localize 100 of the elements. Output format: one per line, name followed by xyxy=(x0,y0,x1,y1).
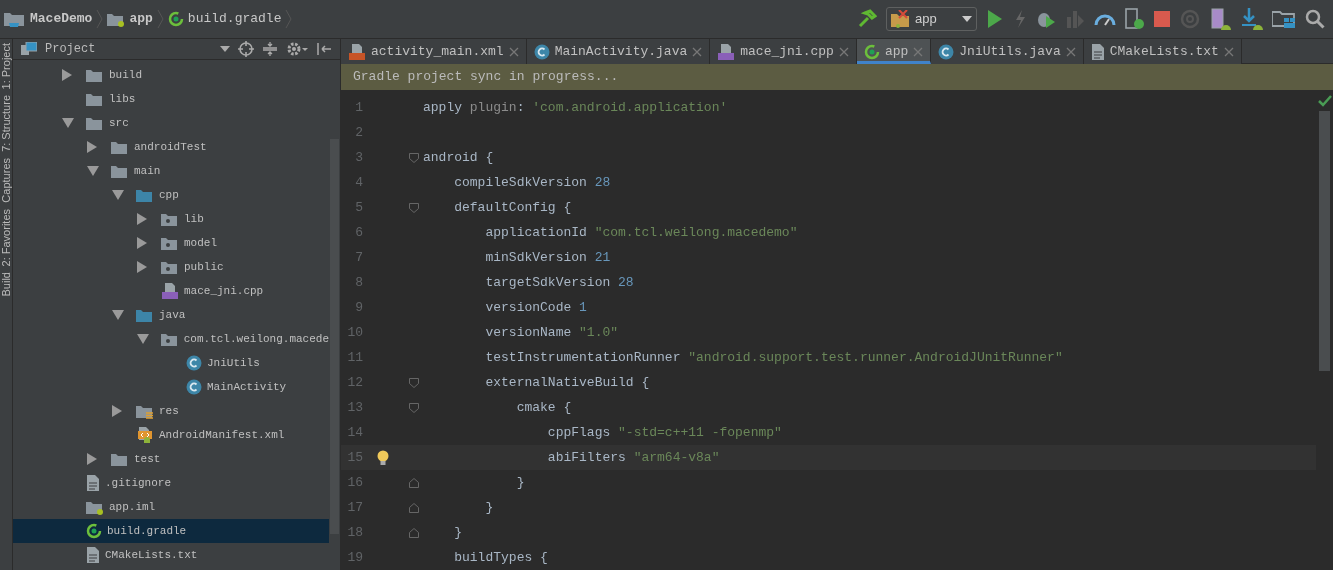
fold-end-icon[interactable] xyxy=(409,502,419,513)
close-icon[interactable] xyxy=(508,46,519,57)
chevron-icon xyxy=(96,9,104,29)
settings-icon[interactable] xyxy=(286,41,308,57)
fold-icon[interactable] xyxy=(409,377,419,388)
run-icon[interactable] xyxy=(986,9,1004,29)
tool-window-button[interactable]: 7: Structure xyxy=(0,95,12,153)
tree-item[interactable]: MainActivity xyxy=(13,375,329,399)
fold-end-icon[interactable] xyxy=(409,477,419,488)
tree-item[interactable]: mace_jni.cpp xyxy=(13,279,329,303)
hammer-icon[interactable] xyxy=(857,9,877,29)
expanded-arrow-icon[interactable] xyxy=(87,166,99,176)
editor-tab[interactable]: app xyxy=(856,39,932,64)
editor-tab[interactable]: mace_jni.cpp xyxy=(710,39,857,64)
code-line: versionName "1.0" xyxy=(485,323,619,342)
search-icon[interactable] xyxy=(1305,9,1325,29)
folder-icon xyxy=(4,10,26,28)
close-icon[interactable] xyxy=(838,46,849,57)
collapsed-arrow-icon[interactable] xyxy=(137,213,147,225)
close-icon[interactable] xyxy=(1223,46,1234,57)
fold-icon[interactable] xyxy=(409,402,419,413)
tree-item[interactable]: res xyxy=(13,399,329,423)
collapse-all-icon[interactable] xyxy=(262,41,278,57)
tree-item[interactable]: java xyxy=(13,303,329,327)
code-line: } xyxy=(454,523,463,542)
line-number: 12 xyxy=(346,373,363,392)
tree-item[interactable]: build xyxy=(13,63,329,87)
folder-icon xyxy=(111,163,129,179)
project-structure-icon[interactable] xyxy=(1272,9,1296,29)
package-icon xyxy=(161,211,179,227)
folder-icon xyxy=(136,307,154,323)
tree-item[interactable]: build.gradle xyxy=(13,519,329,543)
code-line: buildTypes { xyxy=(454,548,548,567)
tree-item[interactable]: test xyxy=(13,447,329,471)
expanded-arrow-icon[interactable] xyxy=(62,118,74,128)
line-number: 17 xyxy=(346,498,363,517)
tree-item[interactable]: public xyxy=(13,255,329,279)
hide-panel-icon[interactable] xyxy=(316,41,332,57)
editor-tab[interactable]: MainActivity.java xyxy=(526,39,711,64)
tool-window-button[interactable]: 1: Project xyxy=(0,43,12,90)
tree-item[interactable]: main xyxy=(13,159,329,183)
close-icon[interactable] xyxy=(1065,46,1076,57)
gradle-icon xyxy=(863,43,880,60)
editor-tab[interactable]: activity_main.xml xyxy=(341,39,527,64)
tree-item[interactable]: JniUtils xyxy=(13,351,329,375)
line-number: 5 xyxy=(354,198,363,217)
locate-icon[interactable] xyxy=(238,41,254,57)
package-icon xyxy=(161,259,179,275)
code-line: } xyxy=(485,498,494,517)
dropdown-icon[interactable] xyxy=(220,46,230,52)
line-number: 6 xyxy=(354,223,363,242)
tree-item[interactable]: app.iml xyxy=(13,495,329,519)
tree-item[interactable]: cpp xyxy=(13,183,329,207)
tree-item[interactable]: CMakeLists.txt xyxy=(13,543,329,567)
breadcrumb[interactable]: build.gradle xyxy=(167,7,282,31)
collapsed-arrow-icon[interactable] xyxy=(137,237,147,249)
code-line: targetSdkVersion 28 xyxy=(485,273,634,292)
tree-item[interactable]: AndroidManifest.xml xyxy=(13,423,329,447)
tree-item[interactable]: lib xyxy=(13,207,329,231)
lightbulb-icon[interactable] xyxy=(377,449,389,466)
folder-icon xyxy=(136,187,154,203)
line-number: 14 xyxy=(346,423,363,442)
fold-icon[interactable] xyxy=(409,152,419,163)
scrollbar[interactable] xyxy=(330,139,339,534)
editor-tab[interactable]: JniUtils.java xyxy=(931,39,1084,64)
expanded-arrow-icon[interactable] xyxy=(112,310,124,320)
run-config-dropdown[interactable]: app xyxy=(886,7,977,31)
text-file-icon xyxy=(1090,43,1105,60)
tool-window-button[interactable]: Captures xyxy=(0,158,12,203)
collapsed-arrow-icon[interactable] xyxy=(87,453,97,465)
fold-end-icon[interactable] xyxy=(409,527,419,538)
close-icon[interactable] xyxy=(692,46,703,57)
code-line: apply plugin: 'com.android.application' xyxy=(423,98,728,117)
breadcrumb[interactable]: app xyxy=(107,7,153,31)
collapsed-arrow-icon[interactable] xyxy=(112,405,122,417)
folder-icon xyxy=(86,115,104,131)
expanded-arrow-icon[interactable] xyxy=(137,334,149,344)
attach-debugger-icon[interactable] xyxy=(1125,8,1145,30)
device-icon[interactable] xyxy=(1210,8,1232,30)
tree-item[interactable]: libs xyxy=(13,87,329,111)
tree-item[interactable]: com.tcl.weilong.macede xyxy=(13,327,329,351)
download-icon[interactable] xyxy=(1241,8,1263,30)
collapsed-arrow-icon[interactable] xyxy=(87,141,97,153)
scrollbar[interactable] xyxy=(1319,111,1330,371)
editor-tab[interactable]: CMakeLists.txt xyxy=(1083,39,1242,64)
class-icon xyxy=(938,43,955,60)
tree-item[interactable]: model xyxy=(13,231,329,255)
tree-item[interactable]: src xyxy=(13,111,329,135)
fold-icon[interactable] xyxy=(409,202,419,213)
collapsed-arrow-icon[interactable] xyxy=(137,261,147,273)
collapsed-arrow-icon[interactable] xyxy=(62,69,72,81)
dropdown-icon xyxy=(962,16,972,22)
expanded-arrow-icon[interactable] xyxy=(112,190,124,200)
breadcrumb[interactable]: MaceDemo xyxy=(4,7,93,31)
tool-window-button[interactable]: 2: Favorites xyxy=(0,208,12,267)
tree-item[interactable]: .gitignore xyxy=(13,471,329,495)
chevron-icon xyxy=(285,9,293,29)
tree-item[interactable]: androidTest xyxy=(13,135,329,159)
code-line: cmake { xyxy=(516,398,572,417)
tool-window-button[interactable]: Build xyxy=(0,272,12,297)
